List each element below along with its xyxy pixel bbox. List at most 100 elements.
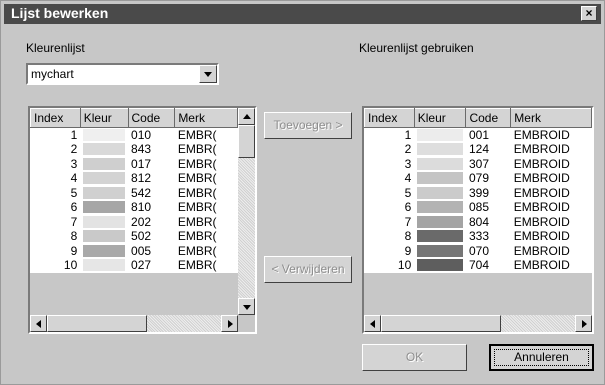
row-color-cell — [414, 215, 466, 230]
column-header-code[interactable]: Code — [465, 108, 512, 128]
table-row[interactable]: 5 542 EMBR( — [31, 186, 238, 201]
row-brand: EMBR( — [177, 156, 217, 171]
table-row[interactable]: 7 202 EMBR( — [31, 215, 238, 230]
row-brand: EMBROID — [513, 214, 570, 229]
table-row[interactable]: 6 085 EMBROID — [365, 200, 592, 215]
add-button[interactable]: Toevoegen > — [264, 112, 352, 139]
scroll-thumb-horizontal[interactable] — [47, 315, 147, 332]
row-index: 9 — [70, 243, 78, 258]
table-row[interactable]: 4 812 EMBR( — [31, 171, 238, 186]
scroll-left-button[interactable] — [364, 315, 381, 332]
right-horizontal-scrollbar[interactable] — [364, 315, 592, 332]
row-brand: EMBROID — [513, 229, 570, 244]
table-row[interactable]: 3 307 EMBROID — [365, 157, 592, 172]
row-code: 843 — [131, 142, 152, 157]
row-index: 4 — [404, 171, 412, 186]
color-swatch — [417, 244, 463, 257]
column-header-index[interactable]: Index — [364, 108, 415, 128]
row-brand: EMBR( — [177, 243, 217, 258]
table-row[interactable]: 9 070 EMBROID — [365, 244, 592, 259]
title-bar[interactable]: Lijst bewerken × — [4, 4, 601, 24]
used-color-list-table[interactable]: Index Kleur Code Merk 1 001 EMBROID 2 124 EMBROI… — [362, 106, 594, 334]
row-color-cell — [80, 229, 128, 244]
arrow-up-icon — [243, 114, 251, 119]
row-brand: EMBR( — [177, 229, 217, 244]
row-brand: EMBR( — [177, 128, 217, 142]
scroll-down-button[interactable] — [238, 298, 255, 315]
color-list-table[interactable]: Index Kleur Code Merk 1 010 EMBR(2 843 EMBR(3 01… — [28, 106, 257, 334]
table-row[interactable]: 4 079 EMBROID — [365, 171, 592, 186]
scroll-up-button[interactable] — [238, 108, 255, 125]
row-brand: EMBROID — [513, 142, 570, 157]
scroll-left-button[interactable] — [30, 315, 47, 332]
row-color-cell — [80, 258, 128, 273]
row-code: 333 — [468, 229, 489, 244]
row-brand: EMBR( — [177, 200, 217, 215]
scroll-thumb-horizontal[interactable] — [381, 315, 501, 332]
remove-button[interactable]: < Verwijderen — [264, 256, 352, 283]
color-swatch — [417, 143, 463, 156]
ok-button[interactable]: OK — [362, 344, 467, 371]
row-code: 070 — [468, 243, 489, 258]
scroll-thumb[interactable] — [238, 125, 255, 158]
row-code: 812 — [131, 171, 152, 186]
table-row[interactable]: 7 804 EMBROID — [365, 215, 592, 230]
row-color-cell — [80, 142, 128, 157]
table-row[interactable]: 6 810 EMBR( — [31, 200, 238, 215]
row-code: 085 — [468, 200, 489, 215]
row-color-cell — [80, 171, 128, 186]
table-row[interactable]: 10 704 EMBROID — [365, 258, 592, 273]
dropdown-arrow-button[interactable] — [199, 65, 217, 83]
row-code: 202 — [131, 214, 152, 229]
arrow-right-icon — [228, 320, 233, 328]
table-row[interactable]: 3 017 EMBR( — [31, 157, 238, 172]
color-swatch — [417, 157, 463, 170]
column-header-kleur[interactable]: Kleur — [79, 108, 129, 128]
table-row[interactable]: 2 124 EMBROID — [365, 142, 592, 157]
row-code: 804 — [468, 214, 489, 229]
row-index: 10 — [397, 258, 412, 273]
table-row[interactable]: 9 005 EMBR( — [31, 244, 238, 259]
column-header-merk[interactable]: Merk — [174, 108, 238, 128]
table-row[interactable]: 5 399 EMBROID — [365, 186, 592, 201]
column-header-kleur[interactable]: Kleur — [413, 108, 467, 128]
column-header-index[interactable]: Index — [30, 108, 81, 128]
table-row[interactable]: 8 502 EMBR( — [31, 229, 238, 244]
row-color-cell — [414, 157, 466, 172]
row-brand: EMBR( — [177, 171, 217, 186]
color-swatch — [83, 157, 126, 170]
color-swatch — [83, 143, 126, 156]
row-code: 027 — [131, 258, 152, 273]
color-list-dropdown[interactable]: mychart — [26, 63, 219, 85]
color-swatch — [83, 186, 126, 199]
table-row[interactable]: 2 843 EMBR( — [31, 142, 238, 157]
table-row[interactable]: 8 333 EMBROID — [365, 229, 592, 244]
row-color-cell — [80, 186, 128, 201]
left-vertical-scrollbar[interactable] — [238, 108, 255, 315]
left-horizontal-scrollbar[interactable] — [30, 315, 238, 332]
scroll-corner — [238, 315, 255, 332]
row-brand: EMBR( — [177, 214, 217, 229]
color-list-dropdown-value: mychart — [31, 67, 74, 81]
table-row[interactable]: 1 010 EMBR( — [31, 128, 238, 143]
row-color-cell — [414, 128, 466, 143]
row-color-cell — [414, 200, 466, 215]
row-index: 7 — [404, 214, 412, 229]
row-code: 010 — [131, 128, 152, 142]
scroll-right-button[interactable] — [221, 315, 238, 332]
row-code: 017 — [131, 156, 152, 171]
column-header-merk[interactable]: Merk — [510, 108, 592, 128]
close-button[interactable]: × — [581, 6, 597, 21]
ok-button-label: OK — [405, 350, 424, 364]
row-index: 6 — [404, 200, 412, 215]
table-row[interactable]: 10 027 EMBR( — [31, 258, 238, 273]
row-index: 10 — [63, 258, 78, 273]
color-swatch — [417, 215, 463, 228]
column-header-code[interactable]: Code — [127, 108, 176, 128]
table-row[interactable]: 1 001 EMBROID — [365, 128, 592, 143]
cancel-button[interactable]: Annuleren — [489, 344, 594, 371]
remove-button-label: < Verwijderen — [271, 262, 345, 276]
scroll-right-button[interactable] — [575, 315, 592, 332]
row-index: 6 — [70, 200, 78, 215]
row-color-cell — [414, 142, 466, 157]
